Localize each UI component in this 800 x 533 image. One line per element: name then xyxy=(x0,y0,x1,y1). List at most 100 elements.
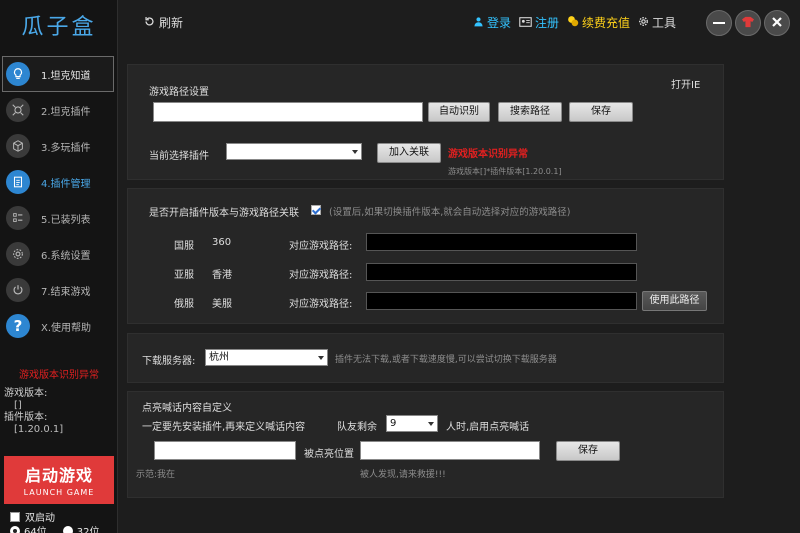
server-path-label: 对应游戏路径: xyxy=(289,241,353,252)
current-plugin-select[interactable] xyxy=(226,143,362,160)
game-version-label: 游戏版本: xyxy=(4,388,48,399)
recharge-link[interactable]: 续费充值 xyxy=(567,14,630,31)
bitness-options: 64位 32位 xyxy=(10,523,99,533)
register-link[interactable]: 注册 xyxy=(519,14,559,31)
version-error-text: 游戏版本识别异常 xyxy=(19,370,99,381)
server-path-panel: 是否开启插件版本与游戏路径关联 (设置后,如果切换插件版本,就会自动选择对应的游… xyxy=(127,188,724,324)
sidebar-item-tank-plugin[interactable]: 2.坦克插件 xyxy=(0,92,118,128)
callout-suffix-input[interactable] xyxy=(360,441,540,460)
callout-panel: 点亮喊话内容自定义 一定要先安装插件,再来定义喊话内容 队友剩余 9 人时,启用… xyxy=(127,391,724,498)
plugin-version-label: 插件版本: xyxy=(4,412,48,423)
bit64-option[interactable]: 64位 xyxy=(10,523,47,533)
version-error-text: 游戏版本识别异常 xyxy=(448,149,528,160)
bit32-radio[interactable] xyxy=(62,525,73,533)
teammates-label: 队友剩余 xyxy=(337,422,377,433)
server-path-input[interactable] xyxy=(366,292,637,310)
download-server-select[interactable]: 杭州 xyxy=(205,349,328,366)
server-region: 国服 xyxy=(174,241,194,252)
launch-title: 启动游戏 xyxy=(24,466,93,485)
tools-label: 工具 xyxy=(652,16,677,30)
download-server-panel: 下载服务器: 杭州 插件无法下载,或者下载速度慢,可以尝试切换下载服务器 xyxy=(127,333,724,383)
server-path-label: 对应游戏路径: xyxy=(289,270,353,281)
link-button[interactable]: 加入关联 xyxy=(377,143,441,163)
topbar: 刷新 登录 注册 续费充值 工具 xyxy=(118,0,800,46)
link-checkbox[interactable] xyxy=(311,205,321,215)
crosshair-icon xyxy=(6,98,30,122)
dual-launch-checkbox[interactable] xyxy=(10,511,20,522)
game-version-value: [] xyxy=(14,400,22,411)
close-icon xyxy=(771,16,783,31)
tools-link[interactable]: 工具 xyxy=(638,14,676,31)
minimize-icon xyxy=(713,22,725,24)
bit32-option[interactable]: 32位 xyxy=(62,523,100,533)
lightbulb-icon xyxy=(6,62,30,86)
list-icon xyxy=(6,206,30,230)
dual-launch-label: 双启动 xyxy=(25,513,55,524)
login-label: 登录 xyxy=(487,16,512,30)
game-path-title: 游戏路径设置 xyxy=(149,87,209,98)
bit64-label: 64位 xyxy=(24,527,47,533)
callout-title: 点亮喊话内容自定义 xyxy=(142,403,232,414)
minimize-button[interactable] xyxy=(706,10,732,36)
topbar-links: 登录 注册 续费充值 工具 xyxy=(473,14,684,31)
sidebar-item-plugin-manage[interactable]: 4.插件管理 xyxy=(0,164,118,200)
login-link[interactable]: 登录 xyxy=(473,14,511,31)
auto-detect-button[interactable]: 自动识别 xyxy=(428,102,490,122)
current-plugin-label: 当前选择插件 xyxy=(149,151,209,162)
sidebar-item-label: 7.结束游戏 xyxy=(41,286,91,298)
server-name: 360 xyxy=(212,237,232,248)
sidebar-nav: 1.坦克知道 2.坦克插件 3.多玩插件 4.插件管理 5.已装列表 6.系统设… xyxy=(0,56,118,344)
sidebar-item-tank-know[interactable]: 1.坦克知道 xyxy=(2,56,114,92)
bit64-radio[interactable] xyxy=(10,525,20,533)
sidebar-item-label: 3.多玩插件 xyxy=(41,142,91,154)
game-path-input[interactable] xyxy=(153,102,423,122)
server-path-input[interactable] xyxy=(366,263,637,281)
refresh-label: 刷新 xyxy=(159,16,184,30)
sidebar-item-system-settings[interactable]: 6.系统设置 xyxy=(0,236,118,272)
sidebar-item-label: 2.坦克插件 xyxy=(41,106,91,118)
sidebar-item-installed-list[interactable]: 5.已装列表 xyxy=(0,200,118,236)
server-region: 亚服 xyxy=(174,270,194,281)
sidebar-item-duowan-plugin[interactable]: 3.多玩插件 xyxy=(0,128,118,164)
teammates-select[interactable]: 9 xyxy=(386,415,438,432)
callout-prefix-input[interactable] xyxy=(154,441,296,460)
user-icon xyxy=(473,16,484,30)
app-logo: 瓜子盒 xyxy=(21,15,97,40)
server-region: 俄服 xyxy=(174,299,194,310)
link-question-text: 是否开启插件版本与游戏路径关联 xyxy=(149,208,299,219)
cube-icon xyxy=(6,134,30,158)
skin-button[interactable] xyxy=(735,10,761,36)
sidebar-item-label: 6.系统设置 xyxy=(41,250,91,262)
use-path-button[interactable]: 使用此路径 xyxy=(642,291,707,311)
refresh-icon xyxy=(144,16,155,30)
launch-subtitle: LAUNCH GAME xyxy=(23,488,95,497)
callout-desc: 一定要先安装插件,再来定义喊话内容 xyxy=(142,422,306,433)
sidebar-item-end-game[interactable]: 7.结束游戏 xyxy=(0,272,118,308)
version-status: 游戏版本识别异常 游戏版本: [] 插件版本: [1.20.0.1] xyxy=(0,370,118,436)
version-info-text: 游戏版本[]*插件版本[1.20.0.1] xyxy=(448,167,562,176)
search-path-button[interactable]: 搜索路径 xyxy=(498,102,562,122)
dual-launch-option[interactable]: 双启动 xyxy=(10,509,55,524)
coins-icon xyxy=(567,15,579,30)
server-name: 美服 xyxy=(212,299,232,310)
save-callout-button[interactable]: 保存 xyxy=(556,441,620,461)
open-ie-link[interactable]: 打开IE xyxy=(671,76,700,91)
chevron-down-icon xyxy=(428,422,434,426)
id-card-icon xyxy=(519,16,532,30)
gear-icon xyxy=(6,242,30,266)
link-note-text: (设置后,如果切换插件版本,就会自动选择对应的游戏路径) xyxy=(329,207,571,218)
download-server-label: 下载服务器: xyxy=(142,356,196,367)
save-path-button[interactable]: 保存 xyxy=(569,102,633,122)
server-path-input[interactable] xyxy=(366,233,637,251)
spotted-label: 被点亮位置 xyxy=(304,449,354,460)
teammates-value: 9 xyxy=(390,418,397,429)
chevron-down-icon xyxy=(352,150,358,154)
refresh-button[interactable]: 刷新 xyxy=(144,14,183,31)
close-button[interactable] xyxy=(764,10,790,36)
launch-game-button[interactable]: 启动游戏 LAUNCH GAME xyxy=(4,456,114,504)
sidebar-item-help[interactable]: ? X.使用帮助 xyxy=(0,308,118,344)
bit32-label: 32位 xyxy=(76,527,100,533)
document-icon xyxy=(6,170,30,194)
server-name: 香港 xyxy=(212,270,232,281)
recharge-label: 续费充值 xyxy=(582,16,631,30)
